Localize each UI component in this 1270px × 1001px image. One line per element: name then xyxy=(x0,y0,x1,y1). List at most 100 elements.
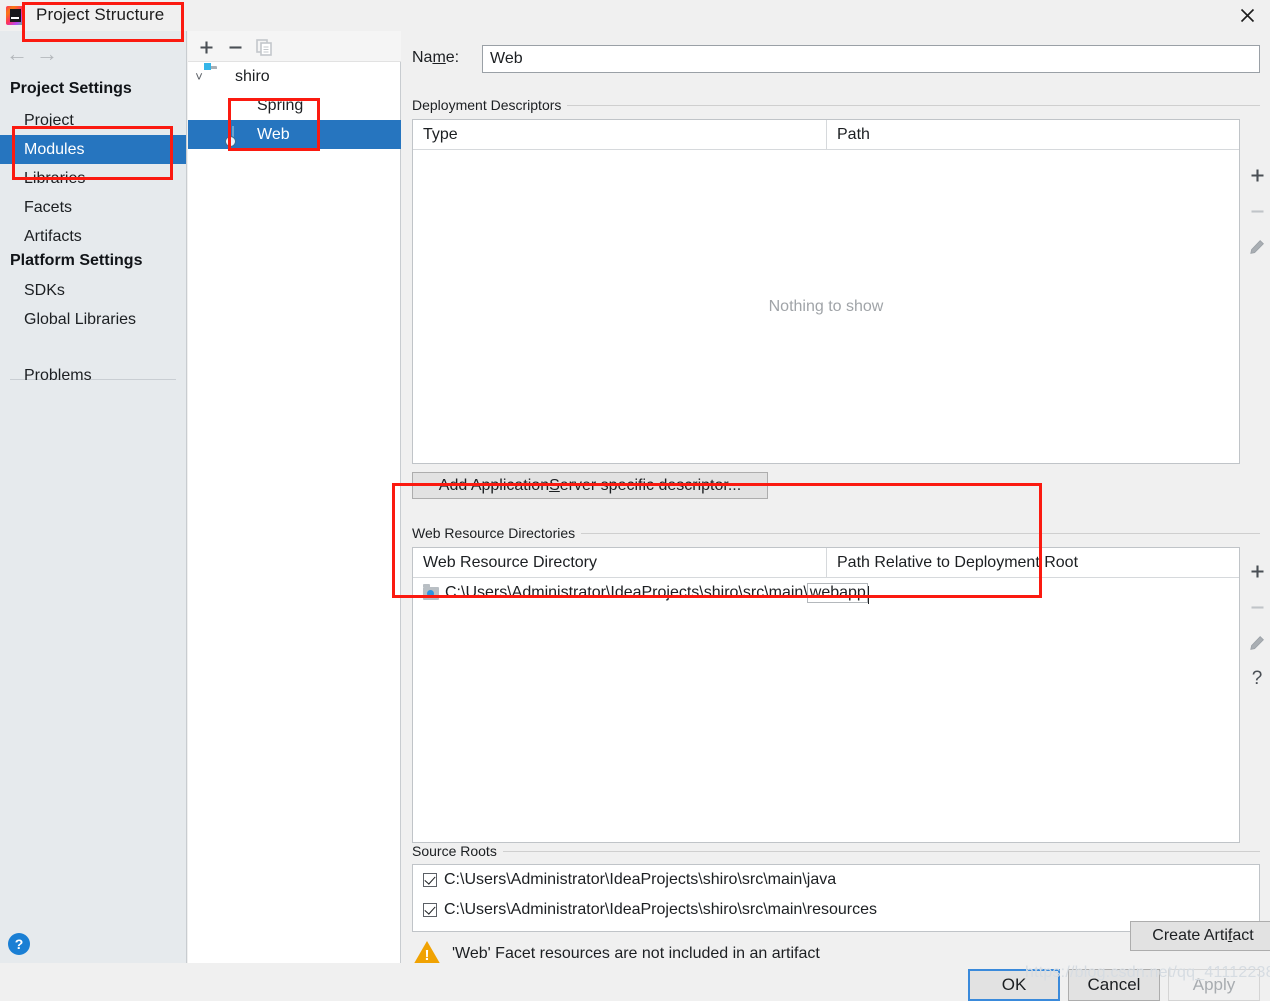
copy-icon xyxy=(255,38,272,56)
intellij-idea-logo-icon xyxy=(6,6,25,25)
web-resource-path-inline-editor[interactable]: webapp xyxy=(806,583,869,604)
edit-descriptor-button[interactable] xyxy=(1242,229,1270,265)
web-resource-path-prefix: C:\Users\Administrator\IdeaProjects\shir… xyxy=(445,584,808,601)
table-body: Nothing to show xyxy=(413,150,1239,463)
pencil-edit-icon xyxy=(1250,636,1264,650)
deployment-descriptors-caption: Deployment Descriptors xyxy=(412,97,1260,113)
tree-node-web[interactable]: Web xyxy=(188,120,401,149)
name-row: Name: xyxy=(412,45,1260,73)
create-artifact-button[interactable]: Create Arti f act xyxy=(1130,921,1270,951)
web-resource-folder-icon xyxy=(423,583,439,600)
forward-arrow-icon[interactable]: → xyxy=(32,39,62,69)
minus-icon xyxy=(229,45,241,49)
warning-message: 'Web' Facet resources are not included i… xyxy=(452,945,820,962)
project-structure-dialog: Project Structure ← → Project Settings P… xyxy=(0,0,1270,1001)
module-tree-toolbar xyxy=(188,31,401,62)
column-header-path[interactable]: Path xyxy=(826,120,1239,149)
sidebar-item-label: Modules xyxy=(24,140,85,158)
remove-web-resource-button[interactable] xyxy=(1242,589,1270,625)
module-folder-icon xyxy=(210,69,230,85)
add-module-button[interactable] xyxy=(194,35,218,59)
source-root-checkbox[interactable] xyxy=(423,873,437,887)
sidebar-item-label: Artifacts xyxy=(24,227,82,245)
close-button[interactable] xyxy=(1224,0,1270,31)
remove-descriptor-button[interactable] xyxy=(1242,193,1270,229)
sidebar-item-label: Global Libraries xyxy=(24,310,137,328)
help-button[interactable]: ? xyxy=(8,933,30,955)
pencil-edit-icon xyxy=(1250,240,1264,254)
ok-button[interactable]: OK xyxy=(968,969,1060,1001)
caption-rule xyxy=(567,104,1260,106)
tree-node-label: shiro xyxy=(235,67,270,85)
empty-state-message: Nothing to show xyxy=(768,297,884,315)
sidebar-item-problems[interactable]: Problems xyxy=(0,361,186,390)
column-header-web-resource-directory[interactable]: Web Resource Directory xyxy=(413,548,826,577)
back-arrow-icon[interactable]: ← xyxy=(2,39,32,69)
name-label: Name: xyxy=(412,49,460,66)
table-body: C:\Users\Administrator\IdeaProjects\shir… xyxy=(413,578,1239,608)
tree-node-label: Spring xyxy=(257,96,304,114)
sidebar-item-label: Problems xyxy=(24,366,92,384)
sidebar-item-label: Libraries xyxy=(24,169,86,187)
sidebar-item-modules[interactable]: Modules xyxy=(0,135,186,164)
plus-icon xyxy=(1251,169,1263,181)
remove-module-button[interactable] xyxy=(223,35,247,59)
deployment-descriptors-toolbar xyxy=(1242,157,1270,265)
web-resource-directories-toolbar: ? xyxy=(1242,553,1270,697)
plus-icon xyxy=(1251,565,1263,577)
sidebar-item-global-libraries[interactable]: Global Libraries xyxy=(0,305,186,334)
sidebar-nav-arrows: ← → xyxy=(0,39,187,69)
help-question-icon: ? xyxy=(1251,668,1263,689)
tree-node-label: Web xyxy=(257,125,290,143)
settings-sidebar: ← → Project Settings Project Modules Lib… xyxy=(0,31,187,963)
table-header-row: Web Resource Directory Path Relative to … xyxy=(413,548,1239,578)
facet-name-input[interactable] xyxy=(482,45,1260,73)
column-header-type[interactable]: Type xyxy=(413,120,826,149)
add-application-server-descriptor-button[interactable]: Add Application Server specific descript… xyxy=(412,472,768,499)
caption-rule xyxy=(502,850,1260,852)
title-bar: Project Structure xyxy=(0,0,1270,31)
source-root-path: C:\Users\Administrator\IdeaProjects\shir… xyxy=(444,871,837,888)
list-item[interactable]: C:\Users\Administrator\IdeaProjects\shir… xyxy=(413,865,1259,895)
sidebar-group-platform-settings: Platform Settings xyxy=(10,252,143,269)
edit-web-resource-button[interactable] xyxy=(1242,625,1270,661)
facet-detail-panel: Name: Deployment Descriptors Type Path N… xyxy=(402,31,1270,967)
source-root-checkbox[interactable] xyxy=(423,903,437,917)
caption-rule xyxy=(581,532,1260,534)
sidebar-item-project[interactable]: Project xyxy=(0,106,186,135)
plus-icon xyxy=(200,41,212,53)
sidebar-item-artifacts[interactable]: Artifacts xyxy=(0,222,186,251)
close-icon xyxy=(1240,8,1254,23)
table-header-row: Type Path xyxy=(413,120,1239,150)
spring-facet-icon xyxy=(232,98,252,114)
module-tree-panel: ˅ shiro Spring Web xyxy=(188,31,401,963)
table-row[interactable]: C:\Users\Administrator\IdeaProjects\shir… xyxy=(413,578,1239,608)
sidebar-item-label: SDKs xyxy=(24,281,65,299)
dialog-footer: OK Cancel Apply xyxy=(0,963,1270,1001)
web-resource-directories-table[interactable]: Web Resource Directory Path Relative to … xyxy=(412,547,1240,843)
sidebar-item-label: Project xyxy=(24,111,74,129)
sidebar-group-project-settings: Project Settings xyxy=(10,80,132,97)
deployment-descriptors-table[interactable]: Type Path Nothing to show xyxy=(412,119,1240,464)
sidebar-item-libraries[interactable]: Libraries xyxy=(0,164,186,193)
source-root-path: C:\Users\Administrator\IdeaProjects\shir… xyxy=(444,901,878,918)
tree-node-shiro[interactable]: ˅ shiro xyxy=(188,62,401,91)
sidebar-item-facets[interactable]: Facets xyxy=(0,193,186,222)
apply-button[interactable]: Apply xyxy=(1168,969,1260,1001)
column-header-path-relative-to-deployment-root[interactable]: Path Relative to Deployment Root xyxy=(826,548,1239,577)
cancel-button[interactable]: Cancel xyxy=(1068,969,1160,1001)
dialog-title: Project Structure xyxy=(36,5,165,24)
tree-node-spring[interactable]: Spring xyxy=(188,91,401,120)
copy-module-button[interactable] xyxy=(252,35,276,59)
sidebar-item-sdks[interactable]: SDKs xyxy=(0,276,186,305)
sidebar-item-label: Facets xyxy=(24,198,73,216)
web-facet-icon xyxy=(232,125,252,145)
add-descriptor-button[interactable] xyxy=(1242,157,1270,193)
source-roots-caption: Source Roots xyxy=(412,843,1260,859)
web-resource-directories-caption: Web Resource Directories xyxy=(412,525,1260,541)
minus-icon xyxy=(1251,209,1263,213)
add-web-resource-button[interactable] xyxy=(1242,553,1270,589)
minus-icon xyxy=(1251,605,1263,609)
web-resource-help-button[interactable]: ? xyxy=(1242,661,1270,697)
chevron-down-icon[interactable]: ˅ xyxy=(188,69,210,84)
